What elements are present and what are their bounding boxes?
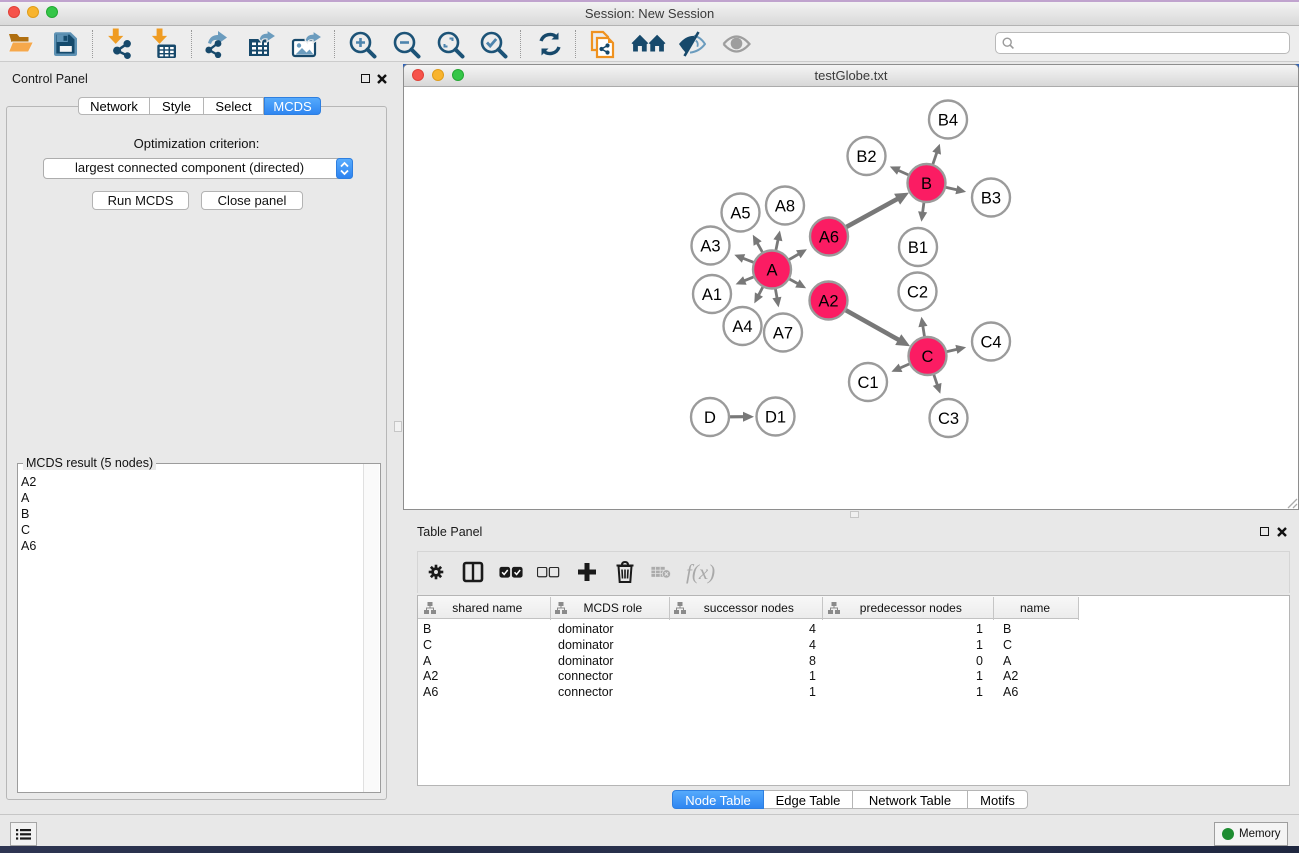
svg-text:B1: B1 [908, 239, 928, 257]
svg-text:B: B [921, 175, 932, 193]
svg-text:B2: B2 [856, 148, 876, 166]
svg-text:A7: A7 [773, 324, 793, 342]
svg-text:A3: A3 [700, 237, 720, 255]
svg-text:C: C [922, 348, 934, 366]
svg-text:B4: B4 [938, 111, 958, 129]
svg-text:A6: A6 [819, 228, 839, 246]
svg-text:D1: D1 [765, 408, 786, 426]
svg-text:C4: C4 [980, 333, 1001, 351]
svg-text:A2: A2 [818, 292, 838, 310]
svg-text:C1: C1 [857, 374, 878, 392]
svg-text:D: D [704, 409, 716, 427]
svg-text:B3: B3 [981, 189, 1001, 207]
svg-text:A: A [766, 261, 777, 279]
svg-text:C2: C2 [907, 283, 928, 301]
svg-text:A1: A1 [702, 286, 722, 304]
svg-text:A4: A4 [732, 318, 752, 336]
svg-text:A8: A8 [775, 197, 795, 215]
svg-text:A5: A5 [730, 204, 750, 222]
svg-text:C3: C3 [938, 410, 959, 428]
